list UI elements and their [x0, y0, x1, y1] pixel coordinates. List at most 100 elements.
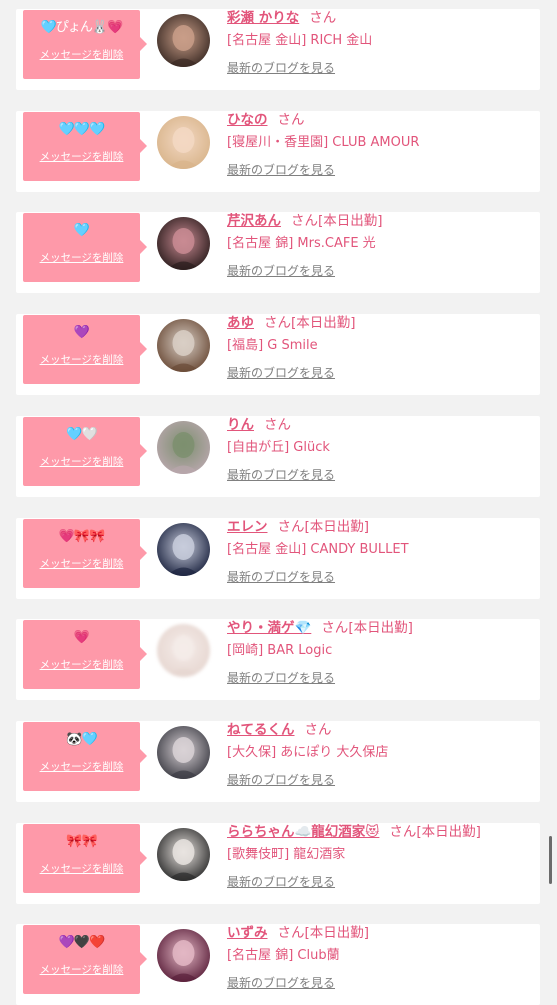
scrollbar[interactable]	[549, 836, 552, 884]
avatar[interactable]	[157, 217, 210, 270]
message-bubble: 🩵 メッセージを削除	[23, 213, 147, 282]
honorific: さん	[277, 925, 305, 941]
latest-blog-link[interactable]: 最新のブログを見る	[227, 772, 335, 788]
message-bubble: 🎀🎀 メッセージを削除	[23, 824, 147, 893]
attendance-badge: [本日出勤]	[318, 213, 383, 229]
honorific: さん	[321, 620, 349, 636]
cast-name-link[interactable]: ららちゃん☁️龍幻酒家😻	[227, 824, 379, 840]
honorific: さん	[277, 112, 305, 128]
avatar-photo	[157, 929, 210, 982]
shop-name: [名古屋 錦] Club蘭	[227, 948, 340, 963]
cast-name-link[interactable]: エレン	[227, 519, 268, 535]
avatar-photo	[157, 319, 210, 372]
cast-name-link[interactable]: りん	[227, 417, 254, 433]
shop-name: [名古屋 金山] CANDY BULLET	[227, 542, 409, 557]
name-line: いずみ さん[本日出勤]	[227, 924, 369, 942]
shop-name: [歌舞伎町] 龍幻酒家	[227, 847, 346, 862]
honorific: さん	[309, 10, 337, 26]
list-item: 💗 メッセージを削除 やり・満ゲ💎 さん[本日出勤] [岡崎] BAR Logic 最新の…	[16, 619, 540, 700]
avatar[interactable]	[157, 319, 210, 372]
delete-message-link[interactable]: メッセージを削除	[23, 48, 140, 62]
attendance-badge: [本日出勤]	[291, 315, 356, 331]
message-bubble: 💗🎀🎀 メッセージを削除	[23, 519, 147, 588]
shop-name: [名古屋 金山] RICH 金山	[227, 33, 373, 48]
cast-name-link[interactable]: ねてるくん	[227, 722, 295, 738]
delete-message-link[interactable]: メッセージを削除	[23, 862, 140, 876]
cast-name-link[interactable]: 彩瀬 かりな	[227, 10, 299, 26]
latest-blog-link[interactable]: 最新のブログを見る	[227, 365, 335, 381]
name-line: あゆ さん[本日出勤]	[227, 314, 356, 332]
name-line: 彩瀬 かりな さん	[227, 9, 336, 27]
avatar[interactable]	[157, 421, 210, 474]
cast-name-link[interactable]: 芹沢あん	[227, 213, 281, 229]
avatar[interactable]	[157, 929, 210, 982]
attendance-badge: [本日出勤]	[416, 824, 481, 840]
shop-name: [岡崎] BAR Logic	[227, 643, 333, 658]
list-item: 🩵🤍 メッセージを削除 りん さん [自由が丘] Glück 最新のブログを見る	[16, 416, 540, 497]
delete-message-link[interactable]: メッセージを削除	[23, 557, 140, 571]
cast-name-link[interactable]: いずみ	[227, 925, 268, 941]
attendance-badge: [本日出勤]	[304, 925, 370, 941]
delete-message-link[interactable]: メッセージを削除	[23, 251, 140, 265]
delete-message-link[interactable]: メッセージを削除	[23, 658, 140, 672]
message-emoji: 💗	[73, 630, 90, 645]
message-emoji: 🩵	[73, 223, 90, 238]
name-line: 芹沢あん さん[本日出勤]	[227, 212, 383, 230]
name-line: ねてるくん さん	[227, 721, 332, 739]
cast-name-link[interactable]: やり・満ゲ💎	[227, 620, 311, 636]
honorific: さん	[264, 315, 291, 331]
honorific: さん	[264, 417, 291, 433]
name-line: ららちゃん☁️龍幻酒家😻 さん[本日出勤]	[227, 823, 481, 841]
latest-blog-link[interactable]: 最新のブログを見る	[227, 467, 335, 483]
latest-blog-link[interactable]: 最新のブログを見る	[227, 670, 335, 686]
delete-message-link[interactable]: メッセージを削除	[23, 963, 140, 977]
delete-message-link[interactable]: メッセージを削除	[23, 150, 140, 164]
honorific: さん	[389, 824, 417, 840]
name-line: エレン さん[本日出勤]	[227, 518, 369, 536]
latest-blog-link[interactable]: 最新のブログを見る	[227, 569, 335, 585]
list-item: 🩵ぴょん🐰💗 メッセージを削除 彩瀬 かりな さん [名古屋 金山] RICH 金山 最新…	[16, 9, 540, 90]
delete-message-link[interactable]: メッセージを削除	[23, 455, 140, 469]
avatar[interactable]	[157, 624, 210, 677]
message-emoji: 💜	[73, 325, 90, 340]
name-line: ひなの さん	[227, 111, 305, 129]
delete-message-link[interactable]: メッセージを削除	[23, 353, 140, 367]
shop-name: [名古屋 錦] Mrs.CAFE 光	[227, 236, 376, 251]
message-bubble: 🐼🩵 メッセージを削除	[23, 722, 147, 791]
attendance-badge: [本日出勤]	[304, 519, 370, 535]
shop-name: [福島] G Smile	[227, 338, 318, 353]
message-bubble: 💜 メッセージを削除	[23, 315, 147, 384]
cast-name-link[interactable]: あゆ	[227, 315, 254, 331]
latest-blog-link[interactable]: 最新のブログを見る	[227, 60, 335, 76]
avatar[interactable]	[157, 523, 210, 576]
delete-message-link[interactable]: メッセージを削除	[23, 760, 140, 774]
avatar[interactable]	[157, 828, 210, 881]
avatar[interactable]	[157, 14, 210, 67]
list-item: 🐼🩵 メッセージを削除 ねてるくん さん [大久保] あにぽり 大久保店 最新のブログを見…	[16, 721, 540, 802]
avatar[interactable]	[157, 116, 210, 169]
latest-blog-link[interactable]: 最新のブログを見る	[227, 975, 335, 991]
list-item: 💜🖤❤️ メッセージを削除 いずみ さん[本日出勤] [名古屋 錦] Club蘭 最新のブ…	[16, 924, 540, 1005]
avatar-photo	[157, 14, 210, 67]
message-emoji: 🐼🩵	[66, 732, 97, 747]
message-bubble: 🩵ぴょん🐰💗 メッセージを削除	[23, 10, 147, 79]
avatar-photo	[157, 624, 210, 677]
honorific: さん	[304, 722, 332, 738]
cast-name-link[interactable]: ひなの	[227, 112, 268, 128]
honorific: さん	[291, 213, 318, 229]
message-bubble: 💜🖤❤️ メッセージを削除	[23, 925, 147, 994]
avatar[interactable]	[157, 726, 210, 779]
list-item: 🎀🎀 メッセージを削除 ららちゃん☁️龍幻酒家😻 さん[本日出勤] [歌舞伎町] 龍幻酒…	[16, 823, 540, 904]
latest-blog-link[interactable]: 最新のブログを見る	[227, 162, 335, 178]
latest-blog-link[interactable]: 最新のブログを見る	[227, 874, 335, 890]
shop-name: [寝屋川・香里園] CLUB AMOUR	[227, 135, 420, 150]
shop-name: [自由が丘] Glück	[227, 440, 330, 455]
attendance-badge: [本日出勤]	[348, 620, 413, 636]
avatar-photo	[157, 523, 210, 576]
message-emoji: 🩵ぴょん🐰💗	[40, 20, 124, 35]
message-emoji: 🩵🤍	[66, 427, 97, 442]
shop-name: [大久保] あにぽり 大久保店	[227, 745, 389, 760]
message-emoji: 💜🖤❤️	[58, 935, 106, 950]
avatar-photo	[157, 116, 210, 169]
latest-blog-link[interactable]: 最新のブログを見る	[227, 263, 335, 279]
